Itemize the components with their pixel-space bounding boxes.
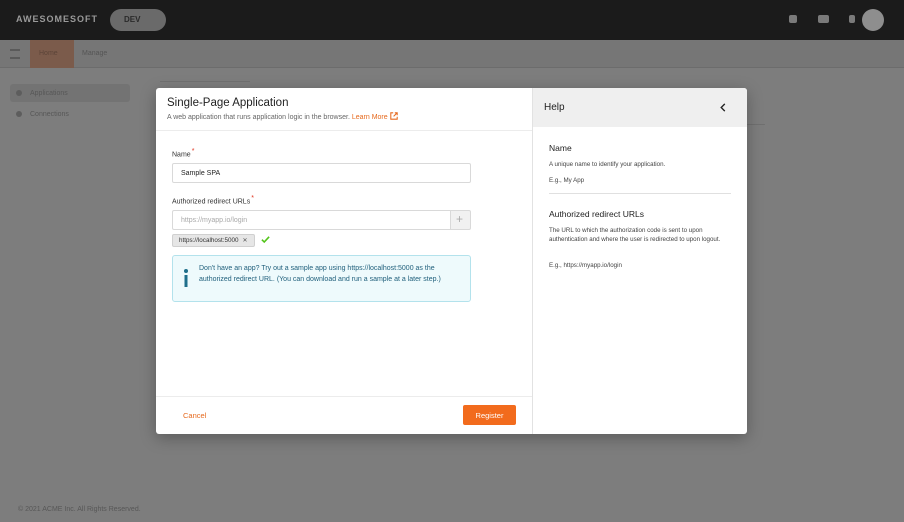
footer-divider xyxy=(156,396,532,397)
help-section-title: Authorized redirect URLs xyxy=(549,209,644,219)
sample-app-info-alert: Don't have an app? Try out a sample app … xyxy=(172,255,471,302)
help-header: Help xyxy=(533,88,747,127)
name-input[interactable]: Sample SPA xyxy=(172,163,471,183)
form-pane: Single-Page Application A web applicatio… xyxy=(156,88,532,434)
environment-badge[interactable]: DEV xyxy=(110,9,166,31)
dialog-title: Single-Page Application xyxy=(167,97,289,109)
dialog-divider xyxy=(156,130,532,131)
help-pane: Help Name A unique name to identify your… xyxy=(532,88,747,434)
bg-divider xyxy=(160,81,250,82)
tab-home[interactable]: Home xyxy=(30,40,74,68)
learn-more-link[interactable]: Learn More xyxy=(352,112,398,121)
help-section-example: E.g., https://myapp.io/login xyxy=(549,262,622,269)
help-title: Help xyxy=(544,102,565,113)
connections-icon xyxy=(16,111,22,117)
app-logo: AWESOMESOFT xyxy=(16,14,99,24)
sidenav-item-applications[interactable]: Applications xyxy=(30,90,68,97)
notifications-icon[interactable] xyxy=(789,15,797,23)
footer-copyright: © 2021 ACME Inc. All Rights Reserved. xyxy=(18,506,141,513)
avatar[interactable] xyxy=(862,9,884,31)
sidenav-active-item[interactable] xyxy=(10,84,130,102)
dialog-subtitle: A web application that runs application … xyxy=(167,112,398,121)
sub-navbar: Home Manage xyxy=(0,40,904,68)
external-link-icon xyxy=(389,112,398,120)
add-url-button[interactable]: + xyxy=(450,210,471,230)
close-icon[interactable]: ✕ xyxy=(243,238,248,244)
top-navbar: AWESOMESOFT DEV xyxy=(0,0,904,40)
check-icon xyxy=(261,236,270,244)
sidenav-item-connections[interactable]: Connections xyxy=(30,111,69,118)
redirect-url-input[interactable]: https://myapp.io/login xyxy=(172,210,451,230)
info-text: Don't have an app? Try out a sample app … xyxy=(199,265,441,283)
register-button[interactable]: Register xyxy=(463,405,516,425)
redirect-urls-label: Authorized redirect URLs* xyxy=(172,195,254,206)
help-divider xyxy=(549,193,731,194)
settings-icon[interactable] xyxy=(849,15,855,23)
help-section-text: A unique name to identify your applicati… xyxy=(549,161,666,168)
redirect-url-chip: https://localhost:5000 ✕ xyxy=(172,234,255,247)
tab-manage[interactable]: Manage xyxy=(82,50,107,57)
menu-icon[interactable] xyxy=(10,49,20,59)
required-mark: * xyxy=(191,148,195,155)
info-icon xyxy=(184,269,188,287)
bg-divider xyxy=(747,124,765,125)
plus-icon: + xyxy=(456,212,464,226)
help-section-example: E.g., My App xyxy=(549,177,585,184)
required-mark: * xyxy=(251,195,254,202)
name-label: Name* xyxy=(172,148,195,159)
chevron-left-icon[interactable] xyxy=(719,103,727,112)
apps-icon xyxy=(16,90,22,96)
create-application-dialog: Single-Page Application A web applicatio… xyxy=(156,88,747,434)
cancel-button[interactable]: Cancel xyxy=(183,411,206,420)
docs-icon[interactable] xyxy=(818,15,829,23)
help-section-text: The URL to which the authorization code … xyxy=(549,227,721,243)
help-section-title: Name xyxy=(549,143,572,153)
